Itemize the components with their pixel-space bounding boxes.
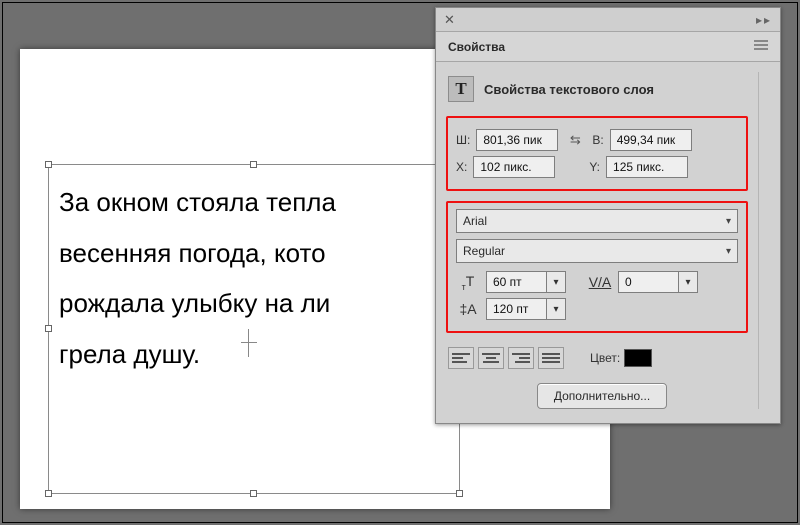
color-label: Цвет: [590,351,620,365]
height-input[interactable] [610,129,692,151]
character-highlight: Arial ▾ Regular ▾ тT ▾ V/A [446,201,748,333]
chevron-down-icon[interactable]: ▾ [546,298,566,320]
y-label: Y: [589,160,600,174]
align-justify-button[interactable] [538,347,564,369]
type-layer-icon: T [448,76,474,102]
x-label: X: [456,160,467,174]
handle-top-left[interactable] [45,161,52,168]
section-title: Свойства текстового слоя [484,82,654,97]
leading-input[interactable]: ▾ [486,298,566,320]
chevron-down-icon: ▾ [726,216,731,227]
collapse-icon[interactable]: ▸▸ [756,13,772,27]
properties-panel: ✕ ▸▸ Свойства T Свойства текстового слоя… [435,7,781,424]
font-family-select[interactable]: Arial ▾ [456,209,738,233]
panel-menu-icon[interactable] [754,38,768,55]
handle-bottom-left[interactable] [45,490,52,497]
font-size-input[interactable]: ▾ [486,271,566,293]
height-label: В: [592,133,603,147]
close-icon[interactable]: ✕ [444,12,455,28]
sample-text[interactable]: За окном стояла тепла весенняя погода, к… [49,165,459,380]
tracking-input[interactable]: ▾ [618,271,698,293]
align-right-button[interactable] [508,347,534,369]
leading-icon: ‡A [456,301,480,317]
align-center-button[interactable] [478,347,504,369]
width-input[interactable] [476,129,558,151]
y-input[interactable] [606,156,688,178]
advanced-button[interactable]: Дополнительно... [537,383,667,409]
tab-properties[interactable]: Свойства [448,40,505,54]
x-input[interactable] [473,156,555,178]
chevron-down-icon[interactable]: ▾ [678,271,698,293]
panel-scrollbar[interactable] [758,72,780,409]
align-left-button[interactable] [448,347,474,369]
font-size-icon: тT [456,273,480,292]
chevron-down-icon: ▾ [726,246,731,257]
transform-highlight: Ш: ⇆ В: X: Y: [446,116,748,191]
width-label: Ш: [456,133,470,147]
color-swatch[interactable] [624,349,652,367]
font-style-select[interactable]: Regular ▾ [456,239,738,263]
panel-titlebar[interactable]: ✕ ▸▸ [436,8,780,32]
font-style-value: Regular [463,244,505,258]
font-family-value: Arial [463,214,487,228]
handle-bottom-right[interactable] [456,490,463,497]
tracking-icon: V/A [588,274,612,290]
handle-top-middle[interactable] [250,161,257,168]
chevron-down-icon[interactable]: ▾ [546,271,566,293]
handle-bottom-middle[interactable] [250,490,257,497]
link-wh-icon[interactable]: ⇆ [564,131,586,149]
text-bounding-box[interactable]: За окном стояла тепла весенняя погода, к… [48,164,460,494]
handle-middle-left[interactable] [45,325,52,332]
